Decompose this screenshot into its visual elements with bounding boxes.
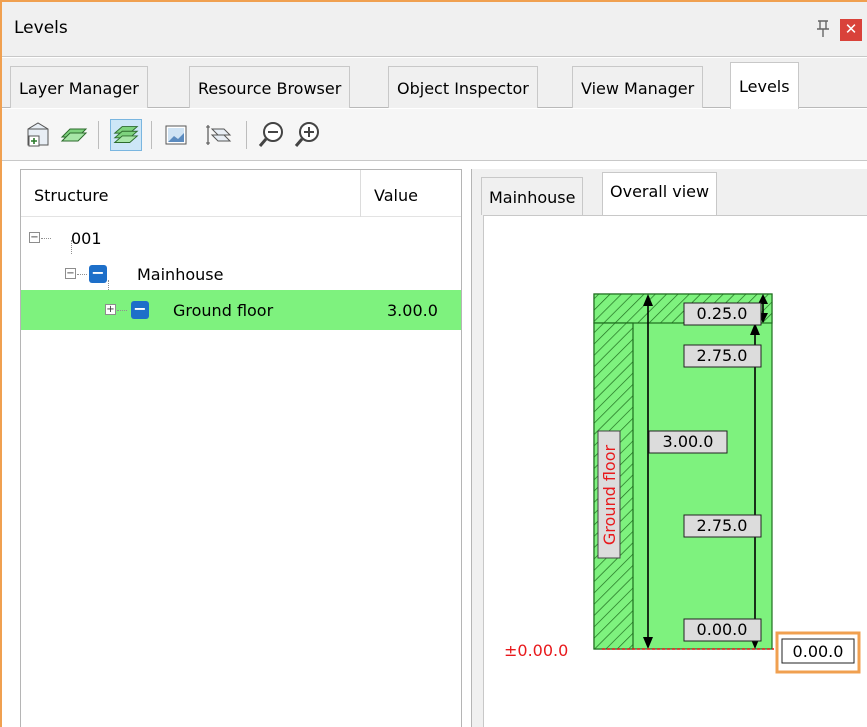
toolbar-separator — [246, 121, 247, 149]
zero-level-label: ±0.00.0 — [504, 641, 568, 660]
tab-mainhouse[interactable]: Mainhouse — [481, 177, 584, 215]
level-icon: − — [131, 301, 149, 319]
collapse-icon[interactable]: − — [29, 232, 40, 243]
close-button[interactable]: ✕ — [840, 19, 862, 41]
toolbar-separator — [98, 121, 99, 149]
bottom-elevation-label: 0.00.0 — [697, 620, 748, 639]
column-header-value[interactable]: Value — [374, 186, 418, 205]
tree-connector — [71, 240, 72, 254]
tab-overall-view[interactable]: Overall view — [602, 172, 718, 216]
tree-header: Structure Value — [21, 170, 461, 217]
image-icon[interactable] — [160, 119, 192, 151]
column-header-structure[interactable]: Structure — [34, 186, 108, 205]
level-section-drawing: Ground floor 0.25.0 2.75.0 3.00.0 2.75.0… — [504, 293, 861, 674]
column-divider[interactable] — [360, 170, 361, 217]
title-bar: Levels ✕ — [2, 2, 867, 57]
tree-item-label: Ground floor — [173, 301, 274, 320]
toolbar — [2, 109, 867, 161]
toolbar-separator — [151, 121, 152, 149]
tree-row-ground-floor[interactable]: + − Ground floor 3.00.0 — [21, 290, 461, 330]
layers-active-icon[interactable] — [110, 119, 142, 151]
tab-layer-manager[interactable]: Layer Manager — [10, 66, 148, 108]
structure-tree: Structure Value − 001 − − Mainhouse + − … — [20, 169, 462, 727]
tree-item-label: 001 — [71, 229, 102, 248]
panel-tabs: Layer Manager Resource Browser Object In… — [2, 58, 867, 109]
tree-row-mainhouse[interactable]: − − Mainhouse — [21, 254, 461, 294]
layers-icon[interactable] — [58, 119, 90, 151]
view-pane: Mainhouse Overall view Ground floor 0.25… — [471, 169, 867, 727]
tree-connector — [77, 274, 87, 275]
zoom-in-icon[interactable] — [292, 119, 324, 151]
tree-item-value: 3.00.0 — [387, 301, 438, 320]
level-3d-icon[interactable] — [202, 119, 234, 151]
window-title: Levels — [14, 18, 68, 38]
new-level-icon[interactable] — [22, 119, 54, 151]
tab-view-manager[interactable]: View Manager — [572, 66, 704, 108]
tab-levels[interactable]: Levels — [730, 62, 799, 109]
level-group-icon: − — [89, 265, 107, 283]
tree-row-001[interactable]: − 001 — [21, 218, 461, 258]
slab-thickness-label: 0.25.0 — [697, 304, 748, 323]
pin-icon[interactable] — [814, 19, 832, 39]
overall-view-canvas[interactable]: Ground floor 0.25.0 2.75.0 3.00.0 2.75.0… — [483, 215, 867, 727]
tab-object-inspector[interactable]: Object Inspector — [388, 66, 538, 108]
expand-icon[interactable]: + — [105, 304, 116, 315]
clear-height-mid-label: 2.75.0 — [697, 516, 748, 535]
tree-connector — [41, 238, 51, 239]
total-height-label: 3.00.0 — [663, 432, 714, 451]
clear-height-top-label: 2.75.0 — [697, 346, 748, 365]
tree-connector — [117, 310, 127, 311]
tab-resource-browser[interactable]: Resource Browser — [189, 66, 351, 108]
zoom-out-icon[interactable] — [256, 119, 288, 151]
collapse-icon[interactable]: − — [65, 268, 76, 279]
floor-name-label: Ground floor — [600, 444, 619, 545]
zero-level-input-value[interactable]: 0.00.0 — [793, 642, 844, 661]
tree-item-label: Mainhouse — [137, 265, 224, 284]
levels-panel: Levels ✕ Layer Manager Resource Browser … — [0, 0, 867, 727]
